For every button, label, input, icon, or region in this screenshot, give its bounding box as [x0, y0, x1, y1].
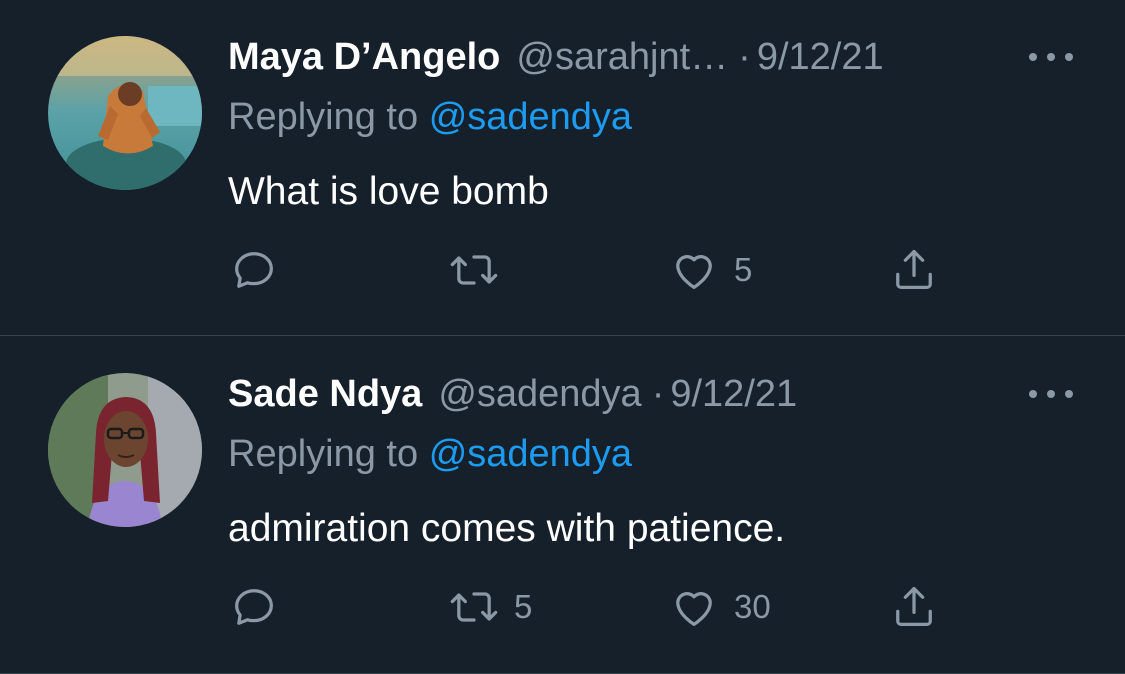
like-button[interactable]: 5: [668, 242, 752, 298]
share-button[interactable]: [888, 242, 940, 298]
tweet-text: admiration comes with patience.: [228, 507, 786, 550]
avatar[interactable]: [48, 373, 202, 527]
like-button[interactable]: 30: [668, 579, 771, 635]
share-icon: [896, 249, 932, 289]
display-name[interactable]: Sade Ndya: [228, 371, 422, 417]
reply-icon: [235, 252, 273, 288]
tweet-actions: 5 30: [228, 579, 948, 635]
mention-link[interactable]: @sadendya: [429, 433, 632, 475]
tweet-text: What is love bomb: [228, 170, 549, 213]
more-icon[interactable]: [1029, 44, 1073, 70]
tweet-header: Sade Ndya @sadendya · 9/12/21: [228, 371, 797, 417]
tweet-header: Maya D’Angelo @sarahjnt… · 9/12/21: [228, 34, 884, 80]
retweet-icon: [450, 255, 498, 285]
tweet[interactable]: Maya D’Angelo @sarahjnt… · 9/12/21 Reply…: [0, 0, 1125, 336]
like-icon: [676, 255, 712, 289]
replying-label: Replying to: [228, 433, 419, 475]
tweet-date[interactable]: 9/12/21: [757, 34, 884, 80]
replying-to: Replying to @sadendya: [228, 431, 632, 477]
user-handle[interactable]: @sadendya: [438, 371, 641, 417]
replying-label: Replying to: [228, 96, 419, 138]
replying-to: Replying to @sadendya: [228, 94, 632, 140]
like-count: 30: [734, 588, 771, 625]
tweet-date[interactable]: 9/12/21: [670, 371, 797, 417]
retweet-button[interactable]: [448, 242, 514, 298]
retweet-count: 5: [514, 588, 533, 625]
reply-icon: [235, 589, 273, 625]
separator-dot: ·: [738, 36, 751, 78]
display-name[interactable]: Maya D’Angelo: [228, 34, 500, 80]
avatar[interactable]: [48, 36, 202, 190]
like-count: 5: [734, 251, 753, 288]
reply-button[interactable]: [228, 242, 294, 298]
retweet-icon: [450, 592, 498, 622]
reply-button[interactable]: [228, 579, 294, 635]
mention-link[interactable]: @sadendya: [429, 96, 632, 138]
user-handle[interactable]: @sarahjnt…: [516, 34, 728, 80]
separator-dot: ·: [651, 373, 665, 415]
like-icon: [676, 592, 712, 626]
retweet-button[interactable]: 5: [448, 579, 532, 635]
tweet-actions: 5: [228, 242, 948, 298]
more-icon[interactable]: [1029, 381, 1073, 407]
share-button[interactable]: [888, 579, 940, 635]
share-icon: [896, 586, 932, 626]
tweet[interactable]: Sade Ndya @sadendya · 9/12/21 Replying t…: [0, 337, 1125, 674]
